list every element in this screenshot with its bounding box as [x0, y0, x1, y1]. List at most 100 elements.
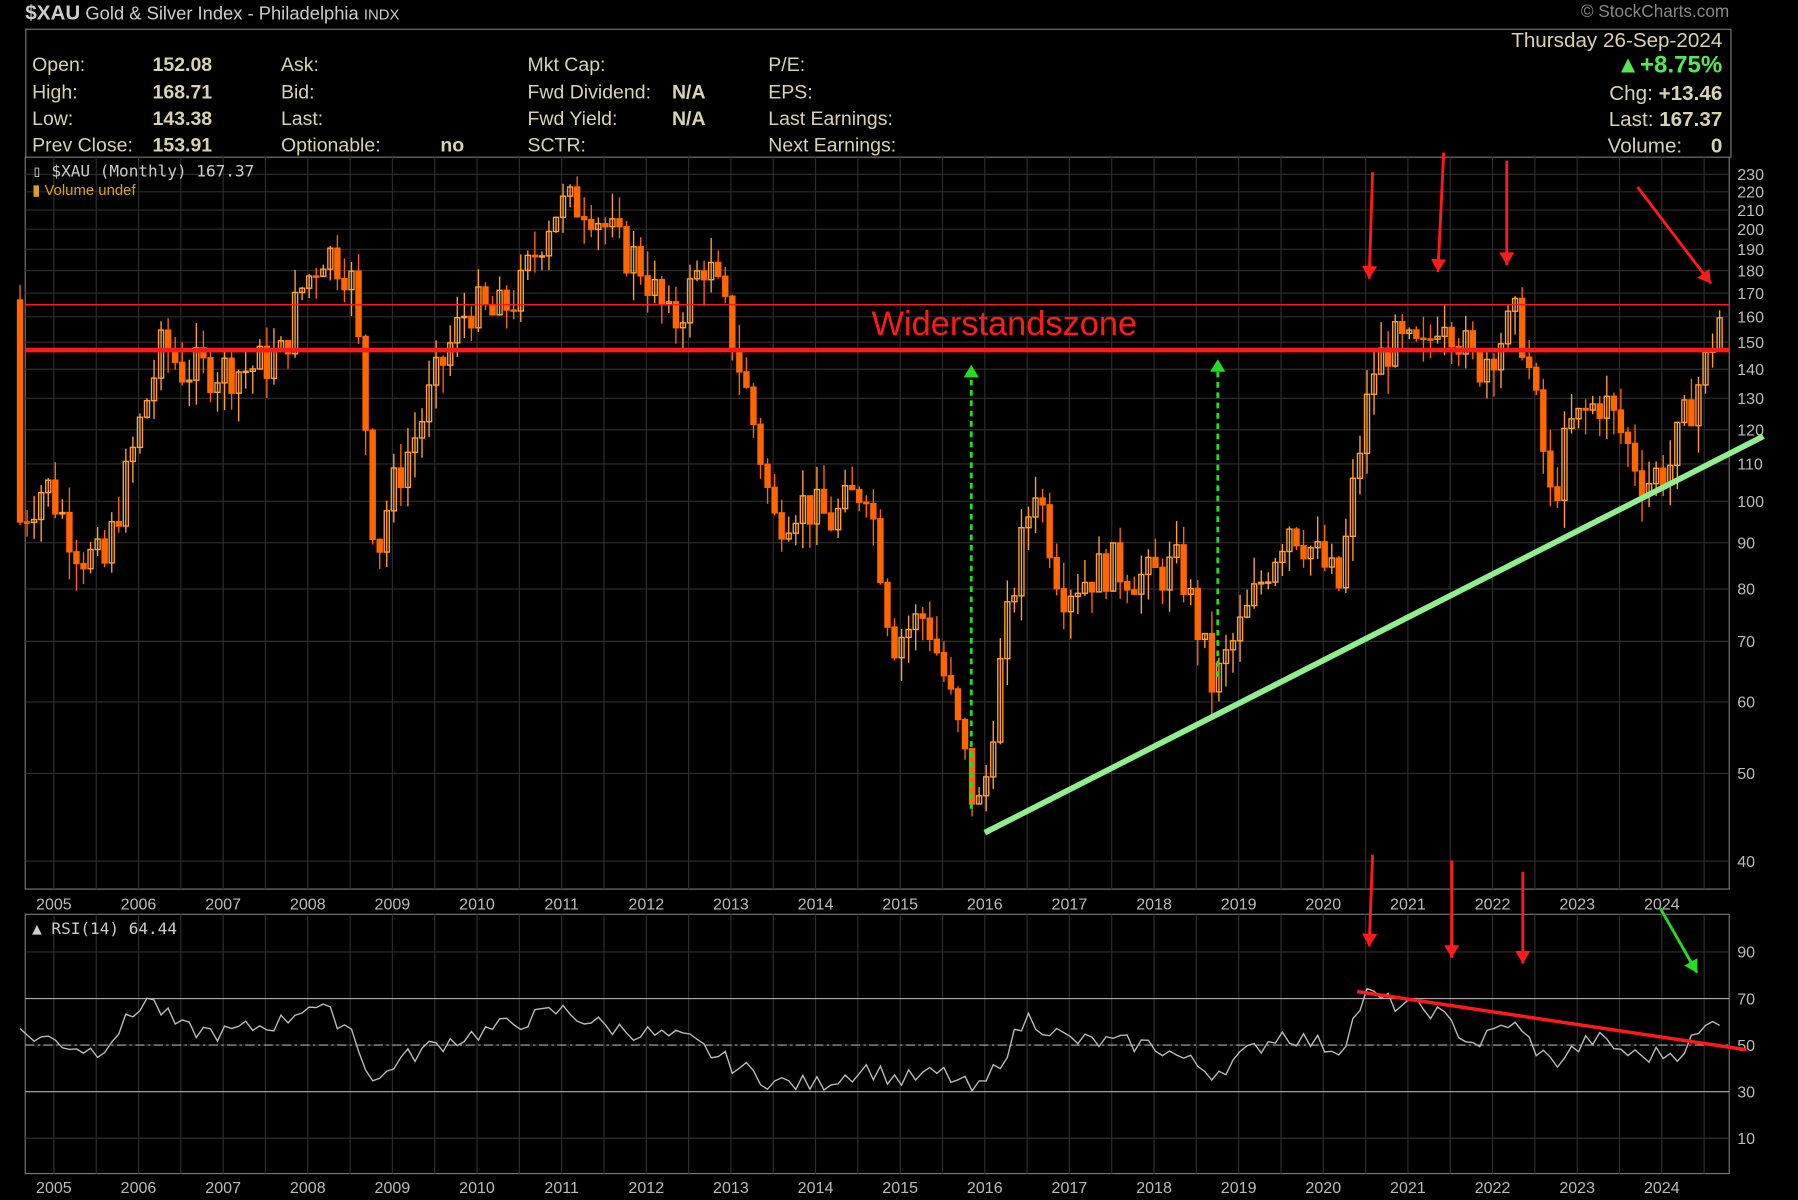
price-tick-label: 140 — [1737, 361, 1764, 379]
candle-down — [891, 626, 898, 659]
candle-down — [616, 218, 623, 228]
candle-down — [1540, 389, 1547, 452]
rsi-year-tick-label: 2018 — [1136, 1179, 1172, 1197]
price-tick-label: 70 — [1737, 633, 1755, 651]
candle-down — [397, 467, 405, 489]
candle-down — [623, 226, 630, 274]
candle-down — [1039, 497, 1046, 506]
candle-down — [1490, 358, 1498, 371]
rsi-year-tick-label: 2024 — [1644, 1179, 1680, 1197]
candle-up — [461, 315, 468, 319]
green-arrow-up-head — [1210, 359, 1226, 372]
candle-down — [884, 581, 891, 628]
rsi-red-arrow-down-head — [1362, 933, 1378, 947]
green-arrow-up-head — [963, 364, 979, 378]
rsi-year-tick-label: 2006 — [121, 1179, 157, 1197]
candle-down — [877, 518, 884, 584]
candle-down — [1448, 326, 1455, 348]
candle-down — [1533, 366, 1540, 391]
candle-down — [1610, 395, 1618, 411]
candle-down — [961, 718, 969, 750]
candle-down — [778, 512, 785, 540]
price-tick-label: 190 — [1737, 241, 1764, 259]
candle-down — [743, 371, 750, 388]
candle-down — [1060, 588, 1067, 613]
resistance-zone-label: Widerstandszone — [871, 305, 1137, 343]
candle-down — [820, 488, 828, 514]
candle-down — [1526, 356, 1533, 369]
candle-down — [954, 688, 962, 721]
rsi-year-tick-label: 2023 — [1559, 1179, 1595, 1197]
candle-down — [66, 511, 73, 553]
year-tick-label: 2008 — [290, 896, 326, 914]
price-tick-label: 160 — [1737, 309, 1764, 327]
rsi-red-arrow-down-head — [1515, 951, 1531, 964]
price-tick-label: 150 — [1737, 334, 1764, 352]
candle-down — [940, 652, 948, 677]
year-tick-label: 2009 — [375, 896, 411, 914]
rsi-year-tick-label: 2022 — [1475, 1179, 1511, 1197]
rsi-tick-label: 30 — [1737, 1083, 1755, 1101]
price-tick-label: 100 — [1737, 493, 1764, 511]
rsi-year-tick-label: 2009 — [375, 1179, 411, 1197]
candle-down — [1596, 403, 1603, 419]
candle-up — [538, 255, 546, 258]
price-tick-label: 60 — [1737, 694, 1755, 712]
red-arrow-down — [1636, 186, 1713, 285]
candle-down — [376, 538, 383, 553]
candle-down — [1124, 581, 1131, 591]
year-tick-label: 2006 — [121, 896, 157, 914]
candle-down — [355, 270, 362, 338]
year-tick-label: 2020 — [1305, 896, 1341, 914]
rsi-year-tick-label: 2016 — [967, 1179, 1003, 1197]
candle-down — [1427, 338, 1434, 341]
price-tick-label: 200 — [1737, 221, 1764, 239]
candle-down — [827, 512, 835, 531]
price-tick-label: 130 — [1737, 390, 1764, 408]
rsi-year-tick-label: 2012 — [628, 1179, 664, 1197]
rsi-year-tick-label: 2005 — [36, 1179, 72, 1197]
candle-down — [16, 299, 24, 523]
price-tick-label: 170 — [1737, 285, 1764, 303]
candle-down — [179, 361, 186, 383]
chart-stage: $XAU Gold & Silver Index - Philadelphia … — [0, 0, 1798, 1200]
candle-down — [757, 423, 764, 465]
candle-down — [1547, 450, 1554, 488]
candle-up — [1265, 581, 1272, 584]
candle-down — [722, 275, 729, 297]
price-tick-label: 110 — [1737, 456, 1763, 474]
candle-down — [101, 538, 108, 564]
candle-down — [1116, 542, 1124, 583]
candle-down — [369, 429, 376, 541]
candle-down — [1638, 470, 1646, 497]
year-tick-label: 2019 — [1221, 896, 1257, 914]
candle-down — [1300, 545, 1307, 560]
year-tick-label: 2007 — [205, 896, 241, 914]
candle-down — [1420, 337, 1427, 341]
year-tick-label: 2013 — [713, 896, 749, 914]
red-arrow-down-head — [1431, 258, 1447, 272]
candle-down — [1335, 557, 1343, 589]
candle-down — [164, 329, 172, 350]
price-tick-label: 50 — [1737, 765, 1755, 783]
candle-down — [228, 357, 235, 394]
candle-down — [510, 309, 517, 312]
year-tick-label: 2005 — [36, 896, 72, 914]
candle-down — [482, 286, 489, 306]
year-tick-label: 2017 — [1052, 896, 1088, 914]
rsi-year-tick-label: 2011 — [544, 1179, 579, 1197]
rsi-year-tick-label: 2017 — [1052, 1179, 1088, 1197]
rsi-legend: ▲ RSI(14) 64.44 — [32, 919, 177, 938]
price-tick-label: 180 — [1737, 262, 1764, 280]
candle-down — [1624, 431, 1632, 445]
red-arrow-down-head — [1362, 265, 1378, 279]
candle-down — [870, 502, 877, 520]
candle-down — [637, 246, 644, 277]
candle-down — [1159, 566, 1166, 591]
candle-down — [341, 278, 348, 291]
price-legend: ▯ $XAU (Monthly) 167.37 — [32, 162, 254, 181]
rsi-line — [19, 987, 1720, 1093]
rsi-year-tick-label: 2020 — [1305, 1179, 1341, 1197]
candle-down — [23, 521, 31, 524]
candle-down — [1131, 589, 1138, 595]
